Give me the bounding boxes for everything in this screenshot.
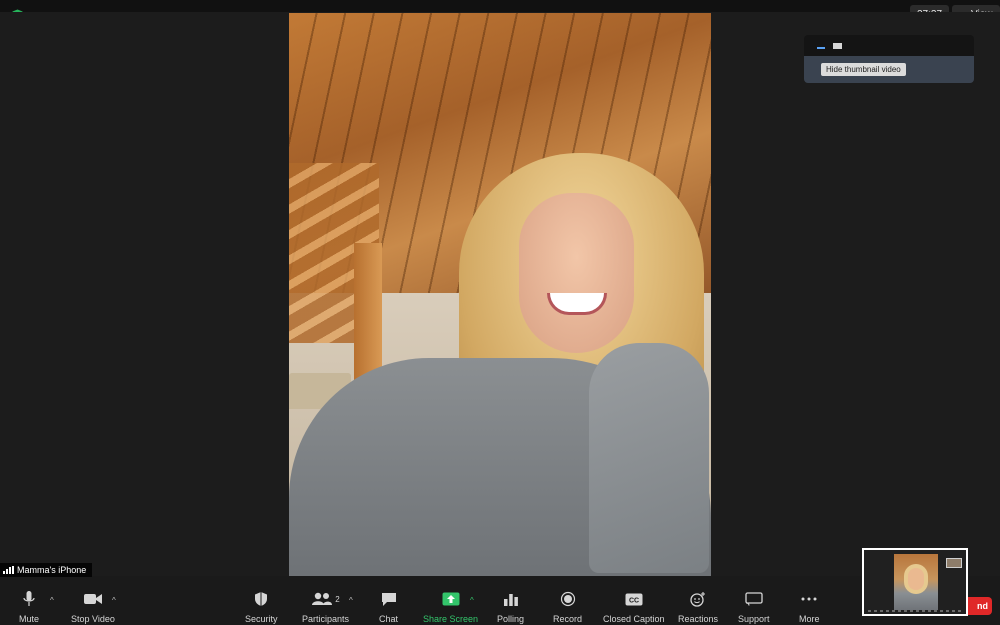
audio-options-chevron-up-icon[interactable]: ^ bbox=[50, 596, 54, 605]
support-label: Support bbox=[738, 614, 770, 624]
security-shield-icon bbox=[254, 589, 268, 609]
record-dot-icon bbox=[560, 589, 576, 609]
people-icon bbox=[312, 592, 333, 605]
microphone-icon bbox=[23, 589, 35, 609]
reactions-button[interactable]: Reactions bbox=[678, 589, 718, 624]
participant-name-tag: Mamma's iPhone bbox=[0, 563, 93, 577]
self-view-thumbnail[interactable] bbox=[862, 548, 968, 616]
stop-video-button[interactable]: Stop Video bbox=[71, 589, 115, 624]
hide-thumbnail-tooltip: Hide thumbnail video bbox=[821, 63, 906, 76]
chat-bubble-icon bbox=[381, 589, 397, 609]
self-view-mini-video bbox=[946, 558, 962, 568]
thumbnail-panel-controls bbox=[804, 35, 974, 56]
cc-icon: CC bbox=[625, 589, 643, 609]
support-button[interactable]: Support bbox=[738, 589, 770, 624]
closed-caption-button[interactable]: CC Closed Caption bbox=[603, 589, 665, 624]
signal-strength-icon bbox=[3, 566, 14, 574]
polling-button[interactable]: Polling bbox=[497, 589, 524, 624]
reactions-label: Reactions bbox=[678, 614, 719, 624]
participants-button[interactable]: 2 Participants bbox=[302, 589, 349, 624]
record-label: Record bbox=[553, 614, 583, 624]
security-label: Security bbox=[245, 614, 278, 624]
video-person-arm bbox=[589, 343, 709, 573]
share-arrow-icon bbox=[442, 589, 460, 609]
share-options-chevron-up-icon[interactable]: ^ bbox=[470, 596, 474, 605]
participants-label: Participants bbox=[302, 614, 350, 624]
stop-video-label: Stop Video bbox=[71, 614, 115, 624]
video-person-face bbox=[519, 193, 634, 353]
participants-icon-group: 2 bbox=[311, 589, 340, 609]
mute-label: Mute bbox=[19, 614, 40, 624]
self-view-person bbox=[908, 568, 924, 590]
participant-video[interactable] bbox=[289, 13, 711, 576]
self-view-strip bbox=[868, 610, 962, 612]
thumbnail-panel-body: Hide thumbnail video bbox=[804, 56, 974, 83]
more-button[interactable]: More bbox=[799, 589, 820, 624]
svg-text:CC: CC bbox=[629, 597, 639, 604]
thumbnail-view-icon[interactable] bbox=[833, 42, 842, 49]
share-screen-button[interactable]: Share Screen bbox=[423, 589, 478, 624]
participant-name: Mamma's iPhone bbox=[17, 565, 87, 575]
security-button[interactable]: Security bbox=[245, 589, 278, 624]
screen-cast-icon bbox=[745, 589, 763, 609]
self-view-video bbox=[894, 554, 938, 610]
record-button[interactable]: Record bbox=[553, 589, 582, 624]
smiley-plus-icon bbox=[689, 589, 707, 609]
participants-options-chevron-up-icon[interactable]: ^ bbox=[349, 596, 353, 605]
closed-caption-label: Closed Caption bbox=[603, 614, 665, 624]
thumbnail-panel: Hide thumbnail video bbox=[804, 35, 974, 83]
top-bar bbox=[0, 0, 1000, 12]
bar-chart-icon bbox=[503, 589, 519, 609]
video-camera-icon bbox=[83, 589, 103, 609]
participant-count: 2 bbox=[335, 594, 340, 604]
share-screen-label: Share Screen bbox=[423, 614, 479, 624]
video-options-chevron-up-icon[interactable]: ^ bbox=[112, 596, 116, 605]
chat-label: Chat bbox=[379, 614, 399, 624]
mute-button[interactable]: Mute bbox=[19, 589, 39, 624]
dots-icon bbox=[801, 589, 817, 609]
minimize-icon[interactable] bbox=[817, 46, 825, 49]
chat-button[interactable]: Chat bbox=[379, 589, 398, 624]
more-label: More bbox=[799, 614, 820, 624]
polling-label: Polling bbox=[497, 614, 525, 624]
